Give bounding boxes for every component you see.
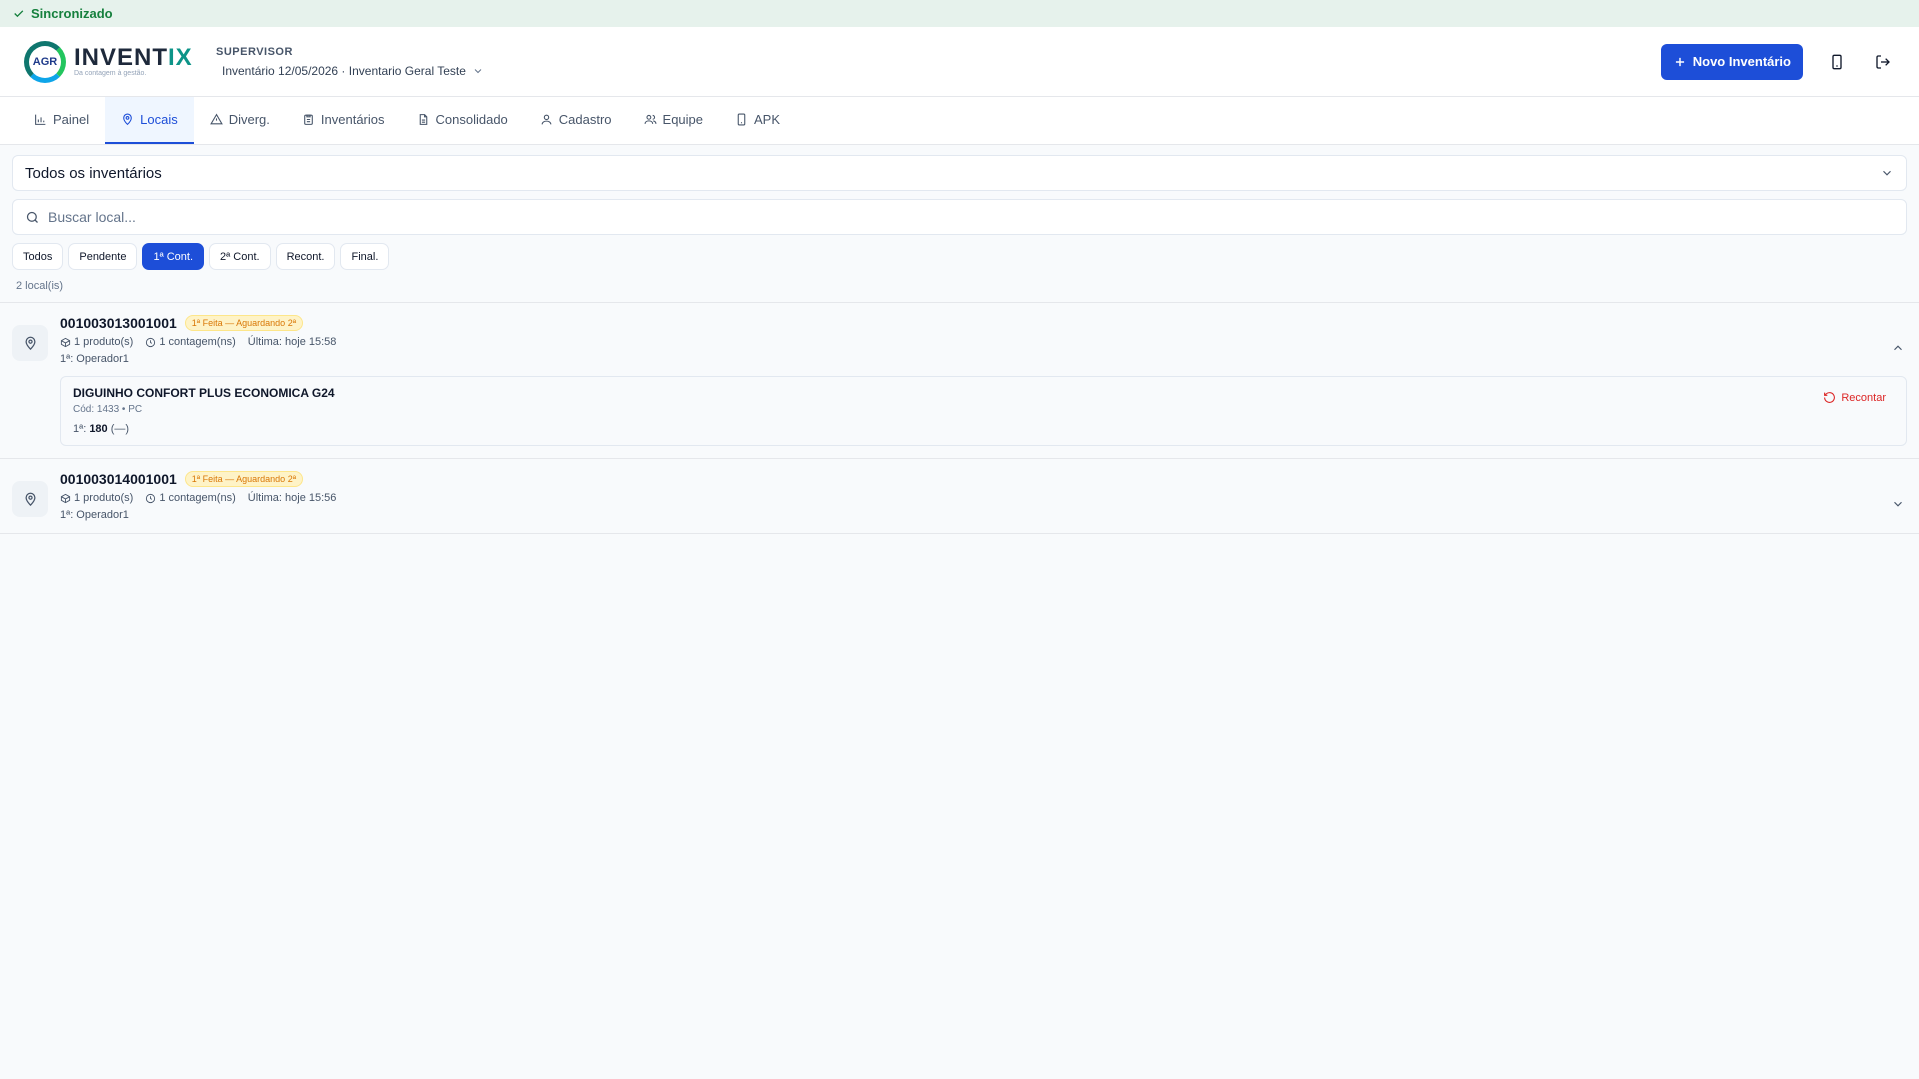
search-icon <box>26 211 38 223</box>
product-count: 1 produto(s) <box>74 492 134 504</box>
product-card: DIGUINHO CONFORT PLUS ECONOMICA G24 Cód:… <box>60 376 1907 446</box>
logout-icon <box>1876 54 1890 69</box>
product-count: 1 produto(s) <box>74 336 134 348</box>
chevron-up-icon <box>1894 345 1902 351</box>
status-badge: 1ª Feita — Aguardando 2ª <box>184 471 304 487</box>
chevron-down-icon <box>474 68 482 73</box>
user-icon <box>541 114 552 125</box>
tab-diverg[interactable]: Diverg. <box>194 97 286 144</box>
plus-icon <box>1675 57 1684 66</box>
inventory-selector[interactable]: Inventário 12/05/2026 · Inventario Geral… <box>216 64 484 78</box>
tab-label: APK <box>754 112 781 127</box>
filter-chip-pendente[interactable]: Pendente <box>68 243 138 270</box>
location-pin <box>12 481 48 517</box>
logout-button[interactable] <box>1871 50 1895 74</box>
location-pin <box>12 325 48 361</box>
last-update: Última: hoje 15:58 <box>247 336 337 348</box>
app-header: AGR INVENTIX Da contagem à gestão. SUPER… <box>0 27 1919 97</box>
user-role: SUPERVISOR <box>216 45 293 58</box>
users-icon <box>644 114 656 124</box>
tab-label: Diverg. <box>228 112 270 127</box>
logo-badge: AGR <box>24 40 66 83</box>
inventory-filter-select[interactable]: Todos os inventários <box>12 155 1907 191</box>
product-code: Cód: 1433 • PC <box>73 404 143 415</box>
filter-chip-2a-cont[interactable]: 2ª Cont. <box>209 243 271 270</box>
tab-inventarios[interactable]: Inventários <box>286 97 401 144</box>
sync-label: Sincronizado <box>31 6 113 21</box>
clock-icon <box>146 337 156 347</box>
filter-chip-todos[interactable]: Todos <box>12 243 64 270</box>
smartphone-icon <box>737 113 746 126</box>
logo-name: INVENTIX <box>74 44 193 71</box>
counting-count: 1 contagem(ns) <box>159 336 236 348</box>
clock-icon <box>146 493 156 503</box>
tab-label: Equipe <box>662 112 704 127</box>
location-header[interactable]: 001003014001001 1ª Feita — Aguardando 2ª… <box>12 471 1907 521</box>
rotate-ccw-icon <box>1824 392 1836 403</box>
inventory-selector-label: Inventário 12/05/2026 · Inventario Geral… <box>222 63 466 78</box>
list-item: 001003013001001 1ª Feita — Aguardando 2ª… <box>0 303 1919 459</box>
logo-tagline: Da contagem à gestão. <box>74 70 147 77</box>
tab-painel[interactable]: Painel <box>18 97 105 144</box>
location-list: 001003013001001 1ª Feita — Aguardando 2ª… <box>0 302 1919 534</box>
counting-count: 1 contagem(ns) <box>159 492 236 504</box>
tab-cadastro[interactable]: Cadastro <box>524 97 628 144</box>
new-inventory-button[interactable]: Novo Inventário <box>1660 43 1803 80</box>
location-count: 2 local(is) <box>16 280 64 292</box>
location-header[interactable]: 001003013001001 1ª Feita — Aguardando 2ª… <box>12 315 1907 365</box>
map-pin-icon <box>123 113 132 126</box>
recount-label: Recontar <box>1841 391 1886 404</box>
location-code: 001003013001001 <box>60 315 177 331</box>
main-tabs: Painel Locais Diverg. Inventários Consol… <box>0 97 1919 145</box>
new-inventory-label: Novo Inventário <box>1692 54 1791 69</box>
expand-toggle[interactable] <box>1891 497 1905 514</box>
filter-chip-1a-cont[interactable]: 1ª Cont. <box>142 243 205 270</box>
tab-consolidado[interactable]: Consolidado <box>401 97 524 144</box>
chevron-down-icon <box>1883 170 1891 176</box>
last-update: Última: hoje 15:56 <box>247 492 337 504</box>
tab-label: Consolidado <box>435 112 508 127</box>
tab-label: Cadastro <box>558 112 612 127</box>
location-search <box>12 199 1907 235</box>
operator-label: 1ª: Operador1 <box>60 509 129 521</box>
warning-icon <box>209 113 223 125</box>
list-item: 001003014001001 1ª Feita — Aguardando 2ª… <box>0 459 1919 534</box>
sync-status-bar: Sincronizado <box>0 0 1919 27</box>
package-icon <box>60 337 71 347</box>
device-button[interactable] <box>1825 50 1849 74</box>
filter-chip-final[interactable]: Final. <box>340 243 390 270</box>
document-icon <box>419 114 427 125</box>
collapse-toggle[interactable] <box>1891 341 1905 358</box>
app-logo: AGR INVENTIX Da contagem à gestão. <box>24 40 210 83</box>
map-pin-icon <box>24 492 36 506</box>
inventory-filter-value: Todos os inventários <box>25 164 162 182</box>
search-input[interactable] <box>48 209 1894 225</box>
tab-label: Painel <box>53 112 90 127</box>
operator-label: 1ª: Operador1 <box>60 353 129 365</box>
bar-chart-icon <box>35 114 46 125</box>
tab-equipe[interactable]: Equipe <box>628 97 719 144</box>
product-count-value: 1ª: 180 (—) <box>73 423 130 435</box>
chevron-down-icon <box>1894 501 1902 507</box>
smartphone-icon <box>1832 54 1842 69</box>
tab-apk[interactable]: APK <box>719 97 796 144</box>
clipboard-icon <box>304 114 313 125</box>
check-icon <box>14 10 24 18</box>
map-pin-icon <box>24 336 36 350</box>
status-filters: Todos Pendente 1ª Cont. 2ª Cont. Recont.… <box>12 243 1907 270</box>
status-badge: 1ª Feita — Aguardando 2ª <box>184 315 304 331</box>
product-name: DIGUINHO CONFORT PLUS ECONOMICA G24 <box>73 386 335 400</box>
package-icon <box>60 493 71 503</box>
main-content: Todos os inventários Todos Pendente 1ª C… <box>0 145 1919 534</box>
tab-locais[interactable]: Locais <box>105 97 194 144</box>
first-count-value: 180 <box>89 423 108 435</box>
location-code: 001003014001001 <box>60 471 177 487</box>
filter-chip-recont[interactable]: Recont. <box>275 243 336 270</box>
recount-button[interactable]: Recontar <box>1823 391 1886 404</box>
tab-label: Locais <box>140 112 178 127</box>
tab-label: Inventários <box>320 112 385 127</box>
